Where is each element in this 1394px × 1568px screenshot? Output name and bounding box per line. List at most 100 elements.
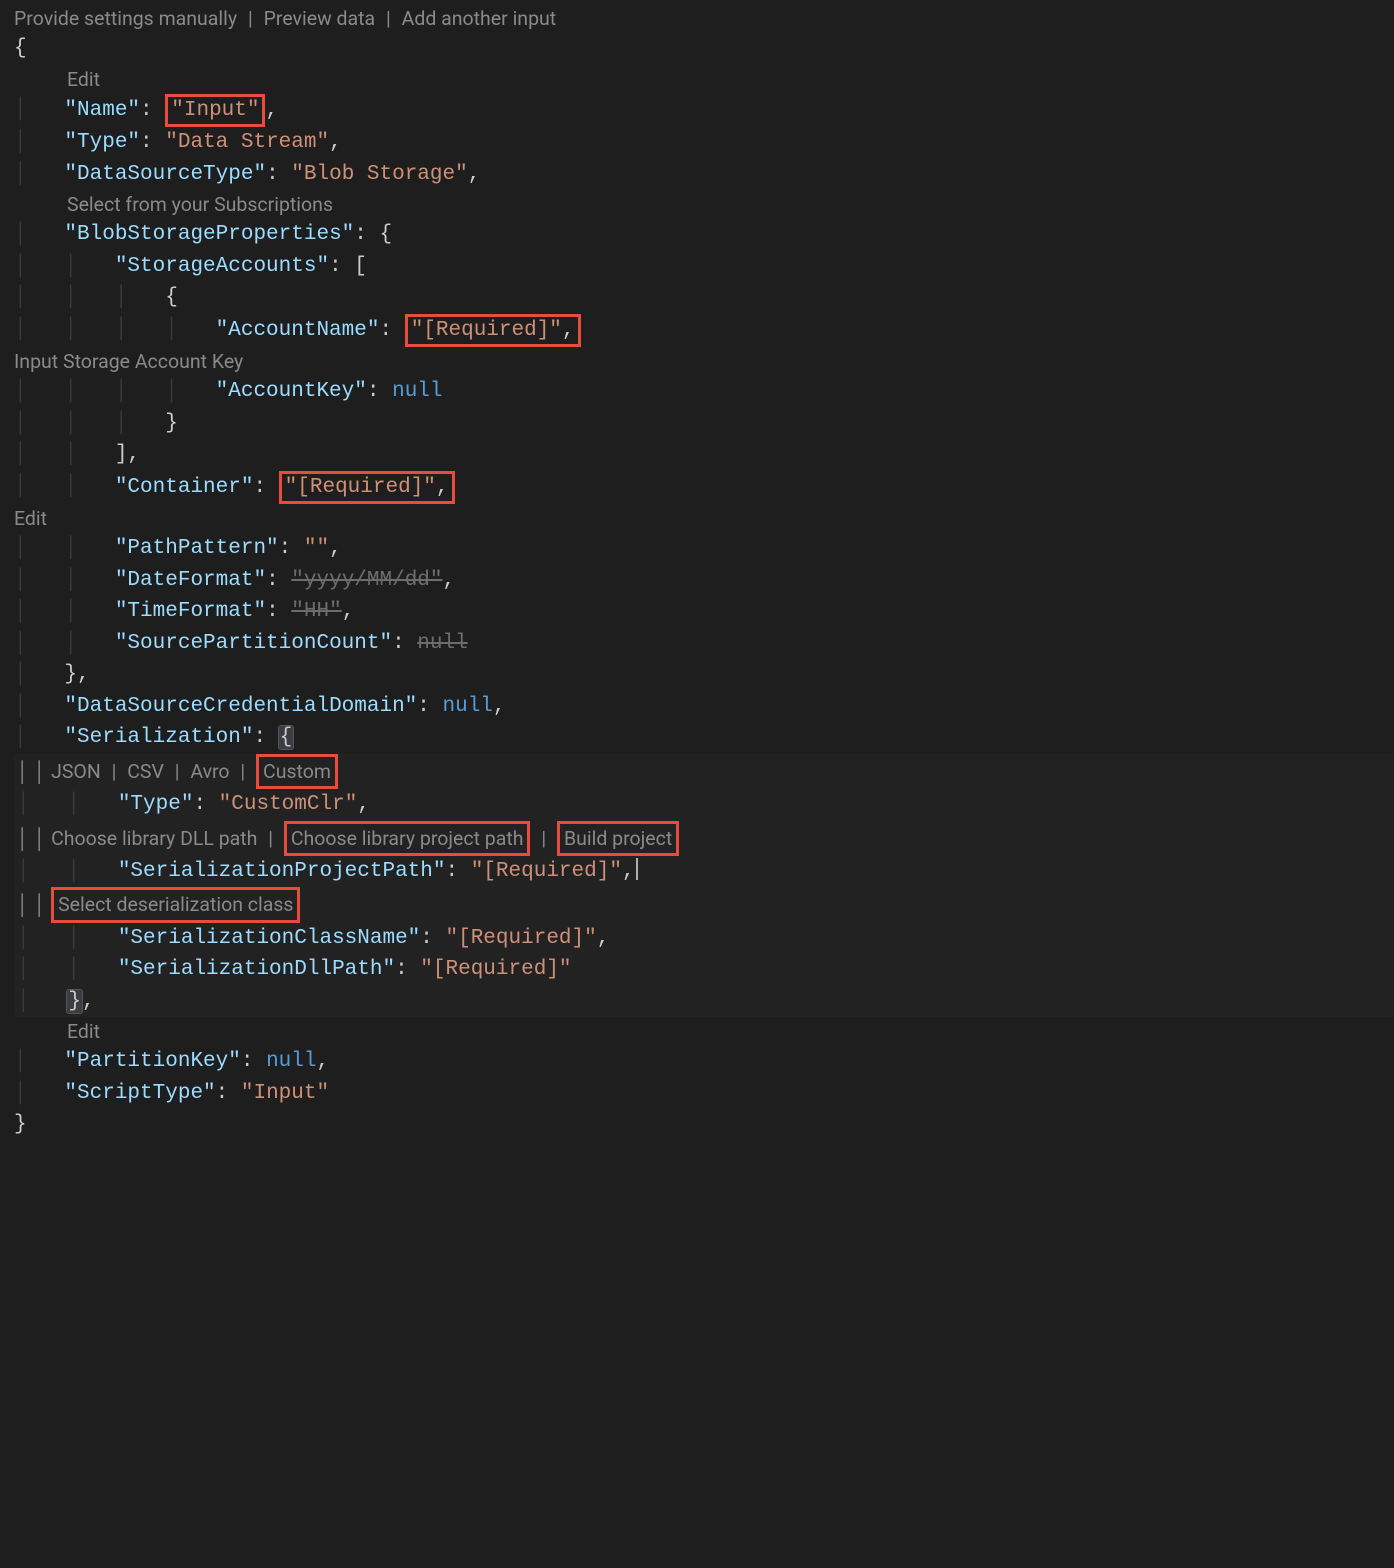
edit-hint: Edit bbox=[14, 65, 1394, 94]
brace-open-root: { bbox=[14, 33, 1394, 65]
brace-match-open: { bbox=[279, 726, 294, 749]
account-name-row: │ │ │ │ "AccountName": "[Required]", bbox=[14, 314, 1394, 347]
choose-proj-highlight: Choose library project path bbox=[284, 821, 531, 856]
storage-accounts-row: │ │ "StorageAccounts": [ bbox=[14, 251, 1394, 283]
account-key-row: │ │ │ │ "AccountKey": null bbox=[14, 376, 1394, 408]
bsp-close: │ }, bbox=[14, 659, 1394, 691]
type-row: │ "Type": "Data Stream", bbox=[14, 127, 1394, 159]
sa-item-open: │ │ │ { bbox=[14, 282, 1394, 314]
edit-pathpattern-link[interactable]: Edit bbox=[14, 507, 47, 530]
value-dateformat: "yyyy/MM/dd" bbox=[291, 569, 442, 592]
value-ser-proj: "[Required]" bbox=[471, 860, 622, 883]
brace-match-close: } bbox=[67, 990, 82, 1013]
value-scripttype: "Input" bbox=[241, 1082, 329, 1105]
choose-proj-link[interactable]: Choose library project path bbox=[291, 827, 524, 850]
build-project-highlight: Build project bbox=[557, 821, 679, 856]
timeformat-row: │ │ "TimeFormat": "HH", bbox=[14, 596, 1394, 628]
edit-name-link[interactable]: Edit bbox=[67, 68, 100, 91]
serialization-type-hints: │ │ JSON | CSV | Avro | Custom bbox=[17, 754, 1394, 789]
dscd-row: │ "DataSourceCredentialDomain": null, bbox=[14, 691, 1394, 723]
key-dscd: "DataSourceCredentialDomain" bbox=[64, 695, 417, 718]
ser-close-row: │ }, bbox=[17, 986, 1394, 1018]
hint-separator: | bbox=[234, 760, 251, 783]
choose-dll-link[interactable]: Choose library DLL path bbox=[51, 827, 257, 850]
ser-proj-path-row: │ │ "SerializationProjectPath": "[Requir… bbox=[17, 856, 1394, 888]
text-cursor bbox=[636, 858, 638, 880]
ser-avro-link[interactable]: Avro bbox=[190, 760, 229, 783]
key-timeformat: "TimeFormat" bbox=[115, 600, 266, 623]
library-path-hints: │ │ Choose library DLL path | Choose lib… bbox=[17, 821, 1394, 856]
value-type: "Data Stream" bbox=[165, 131, 329, 154]
key-ser-class: "SerializationClassName" bbox=[118, 927, 420, 950]
key-spc: "SourcePartitionCount" bbox=[115, 632, 392, 655]
key-scripttype: "ScriptType" bbox=[64, 1082, 215, 1105]
ser-csv-link[interactable]: CSV bbox=[127, 760, 164, 783]
key-dstype: "DataSourceType" bbox=[64, 163, 266, 186]
name-row: │ "Name": "Input", bbox=[14, 94, 1394, 127]
ser-custom-link[interactable]: Custom bbox=[263, 760, 331, 783]
value-spc: null bbox=[417, 632, 467, 655]
key-storage-accounts: "StorageAccounts" bbox=[115, 255, 329, 278]
top-hints: Provide settings manually | Preview data… bbox=[14, 4, 1394, 33]
bsp-row: │ "BlobStorageProperties": { bbox=[14, 219, 1394, 251]
preview-data-link[interactable]: Preview data bbox=[264, 7, 376, 30]
value-account-key: null bbox=[392, 380, 442, 403]
value-partitionkey: null bbox=[266, 1050, 316, 1073]
ser-type-row: │ │ "Type": "CustomClr", bbox=[17, 789, 1394, 821]
ser-class-row: │ │ "SerializationClassName": "[Required… bbox=[17, 923, 1394, 955]
select-subscriptions-link[interactable]: Select from your Subscriptions bbox=[67, 193, 333, 216]
value-pathpattern: "" bbox=[304, 537, 329, 560]
key-name: "Name" bbox=[64, 99, 140, 122]
value-ser-class: "[Required]" bbox=[446, 927, 597, 950]
value-container-box[interactable]: "[Required]", bbox=[279, 471, 455, 504]
key-account-name: "AccountName" bbox=[216, 319, 380, 342]
value-timeformat: "HH" bbox=[291, 600, 341, 623]
hint-separator: | bbox=[169, 760, 186, 783]
select-deser-hint: │ │ Select deserialization class bbox=[17, 887, 1394, 922]
value-dstype: "Blob Storage" bbox=[291, 163, 467, 186]
key-type: "Type" bbox=[64, 131, 140, 154]
key-ser-dll: "SerializationDllPath" bbox=[118, 958, 395, 981]
select-deser-link[interactable]: Select deserialization class bbox=[58, 893, 293, 916]
key-ser-proj: "SerializationProjectPath" bbox=[118, 860, 446, 883]
hint-separator: | bbox=[106, 760, 123, 783]
build-project-link[interactable]: Build project bbox=[564, 827, 672, 850]
input-storage-account-key-link[interactable]: Input Storage Account Key bbox=[14, 350, 243, 373]
hint-separator: | bbox=[242, 7, 259, 30]
value-account-name-box[interactable]: "[Required]", bbox=[405, 314, 581, 347]
container-row: │ │ "Container": "[Required]", bbox=[14, 471, 1394, 504]
pathpattern-row: │ │ "PathPattern": "", bbox=[14, 533, 1394, 565]
ser-json-link[interactable]: JSON bbox=[51, 760, 101, 783]
key-pathpattern: "PathPattern" bbox=[115, 537, 279, 560]
scripttype-row: │ "ScriptType": "Input" bbox=[14, 1078, 1394, 1110]
dateformat-row: │ │ "DateFormat": "yyyy/MM/dd", bbox=[14, 565, 1394, 597]
datasourcetype-row: │ "DataSourceType": "Blob Storage", bbox=[14, 159, 1394, 191]
hint-separator: | bbox=[535, 827, 552, 850]
acct-key-hint: Input Storage Account Key bbox=[14, 347, 1394, 376]
key-serialization: "Serialization" bbox=[64, 726, 253, 749]
value-ser-type: "CustomClr" bbox=[219, 793, 358, 816]
key-account-key: "AccountKey" bbox=[216, 380, 367, 403]
key-dateformat: "DateFormat" bbox=[115, 569, 266, 592]
json-editor[interactable]: Provide settings manually | Preview data… bbox=[0, 0, 1394, 1201]
key-ser-type: "Type" bbox=[118, 793, 194, 816]
key-container: "Container" bbox=[115, 476, 254, 499]
edit-partitionkey-hint: Edit bbox=[14, 1017, 1394, 1046]
sa-item-close: │ │ │ } bbox=[14, 408, 1394, 440]
value-name-box[interactable]: "Input" bbox=[165, 94, 265, 127]
ser-custom-highlight: Custom bbox=[256, 754, 338, 789]
key-partitionkey: "PartitionKey" bbox=[64, 1050, 240, 1073]
edit-partitionkey-link[interactable]: Edit bbox=[67, 1020, 100, 1043]
hint-separator: | bbox=[380, 7, 397, 30]
select-subs-hint: Select from your Subscriptions bbox=[14, 190, 1394, 219]
key-bsp: "BlobStorageProperties" bbox=[64, 223, 354, 246]
hint-separator: | bbox=[262, 827, 279, 850]
edit-pathpattern-hint: Edit bbox=[14, 504, 1394, 533]
value-name: "Input" bbox=[171, 99, 259, 122]
ser-dll-row: │ │ "SerializationDllPath": "[Required]" bbox=[17, 954, 1394, 986]
add-another-input-link[interactable]: Add another input bbox=[402, 7, 557, 30]
value-account-name: "[Required]" bbox=[411, 319, 562, 342]
spc-row: │ │ "SourcePartitionCount": null bbox=[14, 628, 1394, 660]
provide-settings-manually-link[interactable]: Provide settings manually bbox=[14, 7, 237, 30]
value-ser-dll: "[Required]" bbox=[420, 958, 571, 981]
